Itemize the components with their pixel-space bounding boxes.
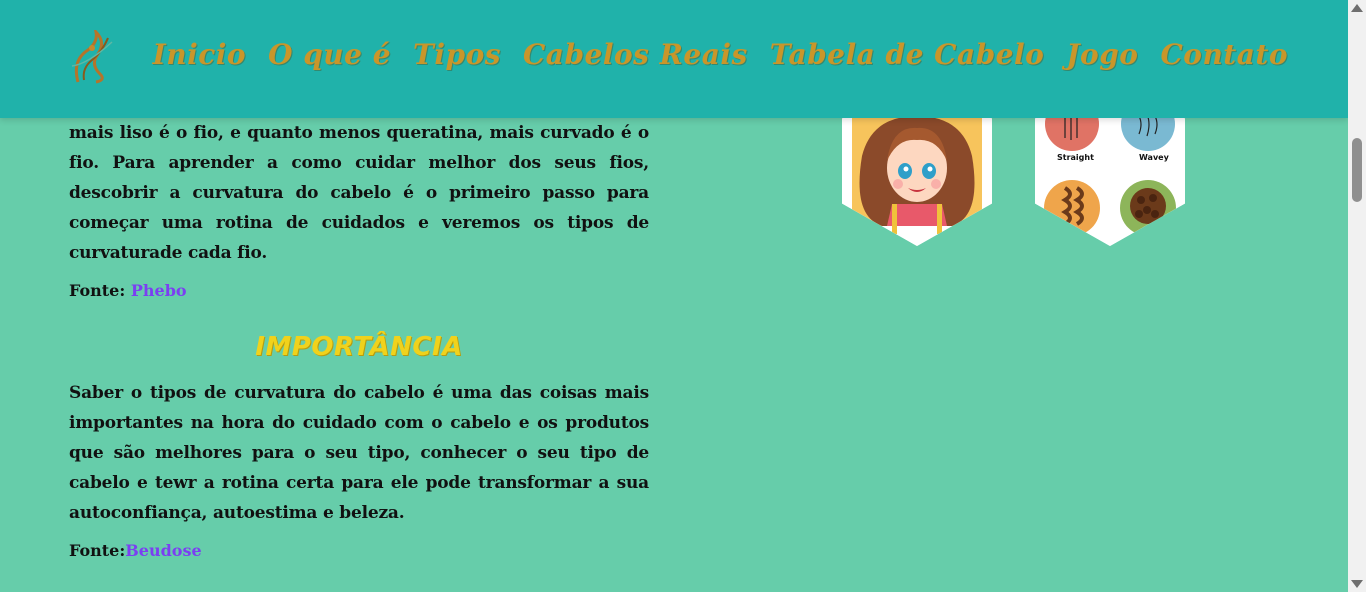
nav-o-que-e[interactable]: O que é bbox=[268, 38, 391, 71]
source-line-1: Fonte: Phebo bbox=[69, 280, 649, 302]
source-link-beudose[interactable]: Beudose bbox=[125, 541, 201, 560]
nav-tabela-de-cabelo[interactable]: Tabela de Cabelo bbox=[770, 38, 1045, 71]
site-logo[interactable] bbox=[68, 27, 118, 84]
scroll-down-arrow-icon[interactable] bbox=[1351, 580, 1363, 588]
hair-label-straight: Straight bbox=[1057, 153, 1094, 162]
nav-jogo[interactable]: Jogo bbox=[1066, 38, 1138, 71]
source-label: Fonte: bbox=[69, 281, 131, 300]
importance-paragraph: Saber o tipos de curvatura do cabelo é u… bbox=[69, 383, 649, 523]
hair-label-wavey: Wavey bbox=[1139, 153, 1170, 162]
nav-contato[interactable]: Contato bbox=[1160, 38, 1288, 71]
source-label: Fonte: bbox=[69, 541, 126, 560]
source-line-2: Fonte:Beudose bbox=[69, 540, 649, 562]
main-nav: Inicio O que é Tipos Cabelos Reais Tabel… bbox=[153, 38, 1288, 71]
nav-inicio[interactable]: Inicio bbox=[153, 38, 246, 71]
scroll-up-arrow-icon[interactable] bbox=[1351, 4, 1363, 12]
page-scrollbar[interactable] bbox=[1348, 0, 1366, 592]
scroll-thumb[interactable] bbox=[1352, 138, 1362, 202]
nav-cabelos-reais[interactable]: Cabelos Reais bbox=[523, 38, 748, 71]
section-title-importancia: IMPORTÂNCIA bbox=[255, 332, 463, 362]
site-header: Inicio O que é Tipos Cabelos Reais Tabel… bbox=[0, 0, 1348, 118]
main-content: do cabelo. Quanto mais queratina há na e… bbox=[69, 88, 649, 562]
source-link-phebo[interactable]: Phebo bbox=[131, 281, 187, 300]
hair-logo-icon bbox=[71, 27, 113, 84]
nav-tipos[interactable]: Tipos bbox=[413, 38, 501, 71]
